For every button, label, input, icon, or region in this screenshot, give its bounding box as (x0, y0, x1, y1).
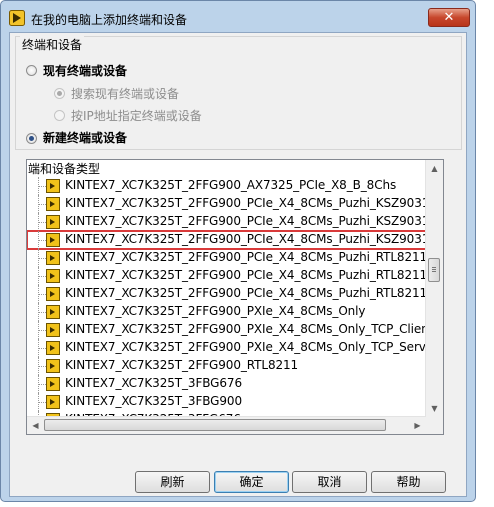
fpga-target-icon (46, 287, 60, 301)
list-item-label: KINTEX7_XC7K325T_2FFG900_PXIe_X4_8CMs_On… (65, 340, 425, 354)
list-item-label: KINTEX7_XC7K325T_3FBG900 (65, 394, 242, 408)
list-item[interactable]: KINTEX7_XC7K325T_2FFG900_RTL8211 (27, 357, 425, 375)
refresh-button[interactable]: 刷新 (135, 471, 210, 493)
fpga-target-icon (46, 179, 60, 193)
window-title: 在我的电脑上添加终端和设备 (31, 13, 188, 27)
fpga-target-icon (46, 233, 60, 247)
list-item[interactable]: KINTEX7_XC7K325T_2FFG900_PCIe_X4_8CMs_Pu… (27, 213, 425, 231)
vertical-scroll-thumb[interactable] (428, 258, 440, 282)
list-item-label: KINTEX7_XC7K325T_2FFG900_PCIe_X4_8CMs_Pu… (65, 196, 425, 210)
fpga-target-icon (46, 305, 60, 319)
fpga-target-icon (46, 269, 60, 283)
groupbox-title: 终端和设备 (20, 36, 85, 53)
list-item[interactable]: KINTEX7_XC7K325T_3FBG900 (27, 393, 425, 411)
device-type-list[interactable]: 端和设备类型 KINTEX7_XC7K325T_2FFG900_AX7325_P… (26, 159, 444, 435)
list-item[interactable]: KINTEX7_XC7K325T_2FFG900_PXIe_X4_8CMs_On… (27, 339, 425, 357)
dialog-window: 在我的电脑上添加终端和设备 ✕ 终端和设备 现有终端或设备 搜索现有终端或设备 … (0, 0, 476, 502)
labview-app-icon (9, 10, 25, 26)
new-device-label[interactable]: 新建终端或设备 (43, 129, 127, 146)
devices-groupbox: 终端和设备 现有终端或设备 搜索现有终端或设备 按IP地址指定终端或设备 新建终… (15, 36, 462, 150)
list-item-label: KINTEX7_XC7K325T_2FFG900_PCIe_X4_8CMs_Pu… (65, 232, 425, 246)
existing-device-label[interactable]: 现有终端或设备 (43, 62, 127, 79)
specify-by-ip-radio[interactable] (54, 110, 65, 121)
list-item[interactable]: KINTEX7_XC7K325T_2FFG900_PXIe_X4_8CMs_On… (27, 321, 425, 339)
list-item-label: KINTEX7_XC7K325T_3FBG676 (65, 376, 242, 390)
fpga-target-icon (46, 341, 60, 355)
title-bar[interactable]: 在我的电脑上添加终端和设备 ✕ (1, 1, 475, 33)
vertical-scrollbar[interactable]: ▲ ▼ (425, 160, 443, 417)
selected-list-item[interactable]: KINTEX7_XC7K325T_2FFG900_PCIe_X4_8CMs_Pu… (27, 230, 425, 250)
list-item-label: KINTEX7_XC7K325T_2FFG900_PCIe_X4_8CMs_Pu… (65, 286, 425, 300)
close-icon: ✕ (443, 10, 455, 25)
list-item-label: KINTEX7_XC7K325T_2FFG900_PCIe_X4_8CMs_Pu… (65, 268, 425, 282)
search-existing-label[interactable]: 搜索现有终端或设备 (71, 85, 179, 102)
cancel-button[interactable]: 取消 (292, 471, 367, 493)
existing-device-radio[interactable] (26, 65, 37, 76)
list-item-label: KINTEX7_XC7K325T_2FFG900_PCIe_X4_8CMs_Pu… (65, 250, 425, 264)
list-item-label: KINTEX7_XC7K325T_2FFG900_PXIe_X4_8CMs_On… (65, 322, 425, 336)
fpga-target-icon (46, 377, 60, 391)
scrollbar-corner (426, 417, 443, 434)
new-device-radio[interactable] (26, 133, 37, 144)
fpga-target-icon (46, 395, 60, 409)
list-item[interactable]: KINTEX7_XC7K325T_3FBG676 (27, 375, 425, 393)
list-item[interactable]: KINTEX7_XC7K325T_2FFG900_PCIe_X4_8CMs_Pu… (27, 249, 425, 267)
list-item-label: KINTEX7_XC7K325T_2FFG900_AX7325_PCIe_X8_… (65, 178, 397, 192)
list-item-label: KINTEX7_XC7K325T_2FFG900_PXIe_X4_8CMs_On… (65, 304, 366, 318)
scroll-up-icon[interactable]: ▲ (427, 161, 442, 176)
list-item-label: KINTEX7_XC7K325T_2FFG900_PCIe_X4_8CMs_Pu… (65, 214, 425, 228)
fpga-target-icon (46, 251, 60, 265)
dialog-client-area: 终端和设备 现有终端或设备 搜索现有终端或设备 按IP地址指定终端或设备 新建终… (9, 32, 467, 497)
specify-by-ip-label[interactable]: 按IP地址指定终端或设备 (71, 107, 202, 124)
fpga-target-icon (46, 197, 60, 211)
list-item[interactable]: KINTEX7_XC7K325T_2FFG900_PCIe_X4_8CMs_Pu… (27, 195, 425, 213)
scroll-right-icon[interactable]: ▶ (410, 418, 425, 433)
fpga-target-icon (46, 359, 60, 373)
scroll-left-icon[interactable]: ◀ (28, 418, 43, 433)
list-item-label: KINTEX7_XC7K325T_2FFG900_RTL8211 (65, 358, 299, 372)
fpga-target-icon (46, 323, 60, 337)
list-item[interactable]: KINTEX7_XC7K325T_2FFG900_PXIe_X4_8CMs_On… (27, 303, 425, 321)
close-button[interactable]: ✕ (428, 8, 470, 27)
ok-button[interactable]: 确定 (214, 471, 289, 493)
device-rows: KINTEX7_XC7K325T_2FFG900_AX7325_PCIe_X8_… (27, 177, 425, 417)
help-button[interactable]: 帮助 (371, 471, 446, 493)
horizontal-scrollbar[interactable]: ◀ ▶ (27, 416, 426, 434)
horizontal-scroll-thumb[interactable] (44, 419, 386, 431)
search-existing-radio[interactable] (54, 88, 65, 99)
list-item[interactable]: KINTEX7_XC7K325T_2FFG900_AX7325_PCIe_X8_… (27, 177, 425, 195)
scroll-down-icon[interactable]: ▼ (427, 401, 442, 416)
list-item[interactable]: KINTEX7_XC7K325T_2FFG900_PCIe_X4_8CMs_Pu… (27, 267, 425, 285)
list-header: 端和设备类型 (28, 162, 101, 176)
list-item[interactable]: KINTEX7_XC7K325T_2FFG900_PCIe_X4_8CMs_Pu… (27, 285, 425, 303)
fpga-target-icon (46, 215, 60, 229)
